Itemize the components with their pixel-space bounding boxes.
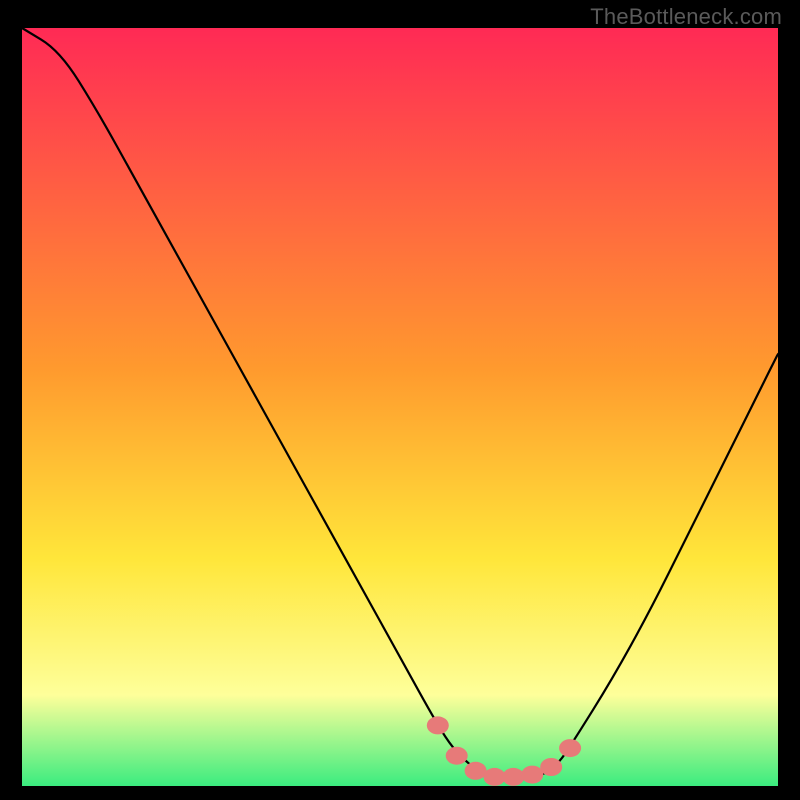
highlight-marker xyxy=(521,766,543,784)
highlight-marker xyxy=(446,747,468,765)
chart-svg xyxy=(0,0,800,800)
highlight-marker xyxy=(502,768,524,786)
highlight-marker xyxy=(427,716,449,734)
watermark-text: TheBottleneck.com xyxy=(590,4,782,30)
highlight-marker xyxy=(484,768,506,786)
highlight-marker xyxy=(559,739,581,757)
plot-background xyxy=(22,28,778,786)
chart-frame: TheBottleneck.com xyxy=(0,0,800,800)
highlight-marker xyxy=(465,762,487,780)
highlight-marker xyxy=(540,758,562,776)
